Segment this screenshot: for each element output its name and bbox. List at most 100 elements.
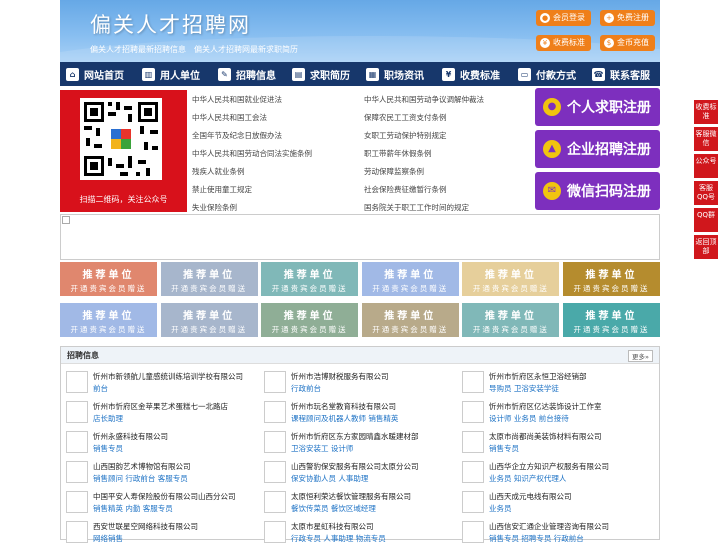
promo-slot[interactable]: 推荐单位 开通贵宾会员赠送 — [462, 262, 560, 296]
law-link[interactable]: 中华人民共和国工会法 — [192, 112, 267, 123]
company-name[interactable]: 忻州市浩博财税服务有限公司 — [291, 371, 389, 382]
job-positions[interactable]: 行政专员 人事助理 物流专员 — [291, 533, 386, 544]
company-name[interactable]: 山西信安汇通企业管理咨询有限公司 — [489, 521, 609, 532]
company-name[interactable]: 忻州市忻府区永恒卫浴经销部 — [489, 371, 587, 382]
more-link[interactable]: 更多» — [628, 350, 653, 362]
job-item[interactable]: 忻州市忻府区永恒卫浴经销部 导购员 卫浴安装学徒 — [457, 369, 647, 397]
law-link[interactable]: 职工带薪年休假条例 — [364, 148, 432, 159]
promo-slot[interactable]: 推荐单位 开通贵宾会员赠送 — [462, 303, 560, 337]
law-link[interactable]: 社会保险费征缴暂行条例 — [364, 184, 447, 195]
job-positions[interactable]: 卫浴安装工 设计师 — [291, 443, 353, 454]
job-item[interactable]: 忻州市浩博财税服务有限公司 行政前台 — [259, 369, 449, 397]
job-positions[interactable]: 销售专员 — [489, 443, 519, 454]
law-link[interactable]: 国务院关于职工工作时间的规定 — [364, 202, 469, 213]
side-button[interactable]: 客服微信 — [694, 127, 718, 151]
promo-slot[interactable]: 推荐单位 开通贵宾会员赠送 — [160, 303, 258, 337]
job-positions[interactable]: 导购员 卫浴安装学徒 — [489, 383, 559, 394]
company-name[interactable]: 太原恒利荣达餐饮管理服务有限公司 — [291, 491, 411, 502]
law-link[interactable]: 残疾人就业条例 — [192, 166, 245, 177]
company-name[interactable]: 山西警豹保安服务有限公司太原分公司 — [291, 461, 419, 472]
side-button[interactable]: 返回顶部 — [694, 235, 718, 259]
pricing-button[interactable]: ¥ 收费标准 — [536, 35, 591, 51]
law-link[interactable]: 禁止使用童工规定 — [192, 184, 252, 195]
promo-slot[interactable]: 推荐单位 开通贵宾会员赠送 — [563, 303, 660, 337]
nav-news[interactable]: ▦ 职场资讯 — [360, 62, 436, 86]
company-name[interactable]: 忻州市玩名堂教育科技有限公司 — [291, 401, 396, 412]
personal-register-button[interactable]: ● 个人求职注册 — [535, 88, 660, 126]
company-name[interactable]: 忻州永盛科技有限公司 — [93, 431, 168, 442]
company-name[interactable]: 忻州市新领航儿童感统训练培训学校有限公司 — [93, 371, 243, 382]
register-free-button[interactable]: + 免费注册 — [600, 10, 655, 26]
promo-slot[interactable]: 推荐单位 开通贵宾会员赠送 — [361, 262, 459, 296]
nav-contact[interactable]: ☎ 联系客服 — [586, 62, 660, 86]
promo-slot[interactable]: 推荐单位 开通贵宾会员赠送 — [261, 262, 359, 296]
job-item[interactable]: 忻州永盛科技有限公司 销售专员 — [61, 429, 251, 457]
job-item[interactable]: 山西国韵艺术博物馆有限公司 销售顾问 行政前台 客服专员 — [61, 459, 251, 487]
law-link[interactable]: 保障农民工工资支付条例 — [364, 112, 447, 123]
side-button[interactable]: 公众号 — [694, 154, 718, 178]
wechat-register-button[interactable]: ✉ 微信扫码注册 — [535, 172, 660, 210]
job-item[interactable]: 忻州市忻府区东方家园晴鑫水暖建材部 卫浴安装工 设计师 — [259, 429, 449, 457]
job-positions[interactable]: 业务员 知识产权代理人 — [489, 473, 566, 484]
nav-jobs[interactable]: ✎ 招聘信息 — [212, 62, 286, 86]
side-button[interactable]: 客服QQ号 — [694, 181, 718, 205]
job-item[interactable]: 忻州市忻府区金苹果艺术蛋糕七一北路店 店长助理 — [61, 399, 251, 427]
nav-employers[interactable]: ▥ 用人单位 — [136, 62, 212, 86]
company-name[interactable]: 忻州市忻府区东方家园晴鑫水暖建材部 — [291, 431, 419, 442]
job-positions[interactable]: 销售顾问 行政前台 客服专员 — [93, 473, 188, 484]
company-name[interactable]: 山西天成元电线有限公司 — [489, 491, 572, 502]
promo-slot[interactable]: 推荐单位 开通贵宾会员赠送 — [361, 303, 459, 337]
job-positions[interactable]: 课程顾问及机器人教师 销售精英 — [291, 413, 398, 424]
job-item[interactable]: 山西警豹保安服务有限公司太原分公司 保安协勤人员 人事助理 — [259, 459, 449, 487]
job-item[interactable]: 忻州市新领航儿童感统训练培训学校有限公司 前台 — [61, 369, 251, 397]
nav-payment[interactable]: ▭ 付款方式 — [512, 62, 586, 86]
job-positions[interactable]: 设计师 业务员 前台接待 — [489, 413, 569, 424]
law-link[interactable]: 中华人民共和国劳动争议调解仲裁法 — [364, 94, 484, 105]
job-item[interactable]: 忻州市忻府区亿达装饰设计工作室 设计师 业务员 前台接待 — [457, 399, 647, 427]
law-link[interactable]: 中华人民共和国劳动合同法实施条例 — [192, 148, 312, 159]
job-positions[interactable]: 店长助理 — [93, 413, 123, 424]
company-name[interactable]: 山西华企立方知识产权服务有限公司 — [489, 461, 609, 472]
promo-slot[interactable]: 推荐单位 开通贵宾会员赠送 — [60, 303, 157, 337]
job-positions[interactable]: 网络销售 — [93, 533, 123, 544]
job-positions[interactable]: 餐饮传菜员 餐饮区域经理 — [291, 503, 376, 514]
company-name[interactable]: 中国平安人寿保险股份有限公司山西分公司 — [93, 491, 236, 502]
law-link[interactable]: 失业保险条例 — [192, 202, 237, 213]
job-item[interactable]: 忻州市玩名堂教育科技有限公司 课程顾问及机器人教师 销售精英 — [259, 399, 449, 427]
job-item[interactable]: 太原市尚都尚美装饰材料有限公司 销售专员 — [457, 429, 647, 457]
job-item[interactable]: 太原恒利荣达餐饮管理服务有限公司 餐饮传菜员 餐饮区域经理 — [259, 489, 449, 517]
side-button[interactable]: 收费标准 — [694, 100, 718, 124]
job-positions[interactable]: 销售精英 内勤 客服专员 — [93, 503, 173, 514]
job-item[interactable]: 山西华企立方知识产权服务有限公司 业务员 知识产权代理人 — [457, 459, 647, 487]
job-item[interactable]: 太原市星虹科技有限公司 行政专员 人事助理 物流专员 — [259, 519, 449, 547]
job-item[interactable]: 中国平安人寿保险股份有限公司山西分公司 销售精英 内勤 客服专员 — [61, 489, 251, 517]
side-button[interactable]: QQ群 — [694, 208, 718, 232]
promo-slot[interactable]: 推荐单位 开通贵宾会员赠送 — [60, 262, 157, 296]
law-link[interactable]: 中华人民共和国就业促进法 — [192, 94, 282, 105]
company-name[interactable]: 太原市星虹科技有限公司 — [291, 521, 374, 532]
job-positions[interactable]: 销售专员 招聘专员 行政前台 — [489, 533, 584, 544]
job-positions[interactable]: 前台 — [93, 383, 108, 394]
company-name[interactable]: 太原市尚都尚美装饰材料有限公司 — [489, 431, 602, 442]
law-link[interactable]: 劳动保障监察条例 — [364, 166, 424, 177]
job-item[interactable]: 山西天成元电线有限公司 业务员 — [457, 489, 647, 517]
company-register-button[interactable]: ▲ 企业招聘注册 — [535, 130, 660, 168]
promo-slot[interactable]: 推荐单位 开通贵宾会员赠送 — [261, 303, 359, 337]
promo-slot[interactable]: 推荐单位 开通贵宾会员赠送 — [563, 262, 660, 296]
company-name[interactable]: 忻州市忻府区亿达装饰设计工作室 — [489, 401, 602, 412]
ad-banner-placeholder[interactable] — [60, 214, 660, 260]
nav-pricing[interactable]: ¥ 收费标准 — [436, 62, 512, 86]
nav-resumes[interactable]: ▤ 求职简历 — [286, 62, 360, 86]
job-positions[interactable]: 业务员 — [489, 503, 512, 514]
job-item[interactable]: 山西信安汇通企业管理咨询有限公司 销售专员 招聘专员 行政前台 — [457, 519, 647, 547]
job-item[interactable]: 西安世联星空网络科技有限公司 网络销售 — [61, 519, 251, 547]
company-name[interactable]: 忻州市忻府区金苹果艺术蛋糕七一北路店 — [93, 401, 228, 412]
law-link[interactable]: 女职工劳动保护特别规定 — [364, 130, 447, 141]
job-positions[interactable]: 保安协勤人员 人事助理 — [291, 473, 368, 484]
job-positions[interactable]: 销售专员 — [93, 443, 123, 454]
recharge-button[interactable]: $ 金币充值 — [600, 35, 655, 51]
nav-home[interactable]: ⌂ 网站首页 — [60, 62, 136, 86]
company-name[interactable]: 山西国韵艺术博物馆有限公司 — [93, 461, 191, 472]
promo-slot[interactable]: 推荐单位 开通贵宾会员赠送 — [160, 262, 258, 296]
job-positions[interactable]: 行政前台 — [291, 383, 321, 394]
